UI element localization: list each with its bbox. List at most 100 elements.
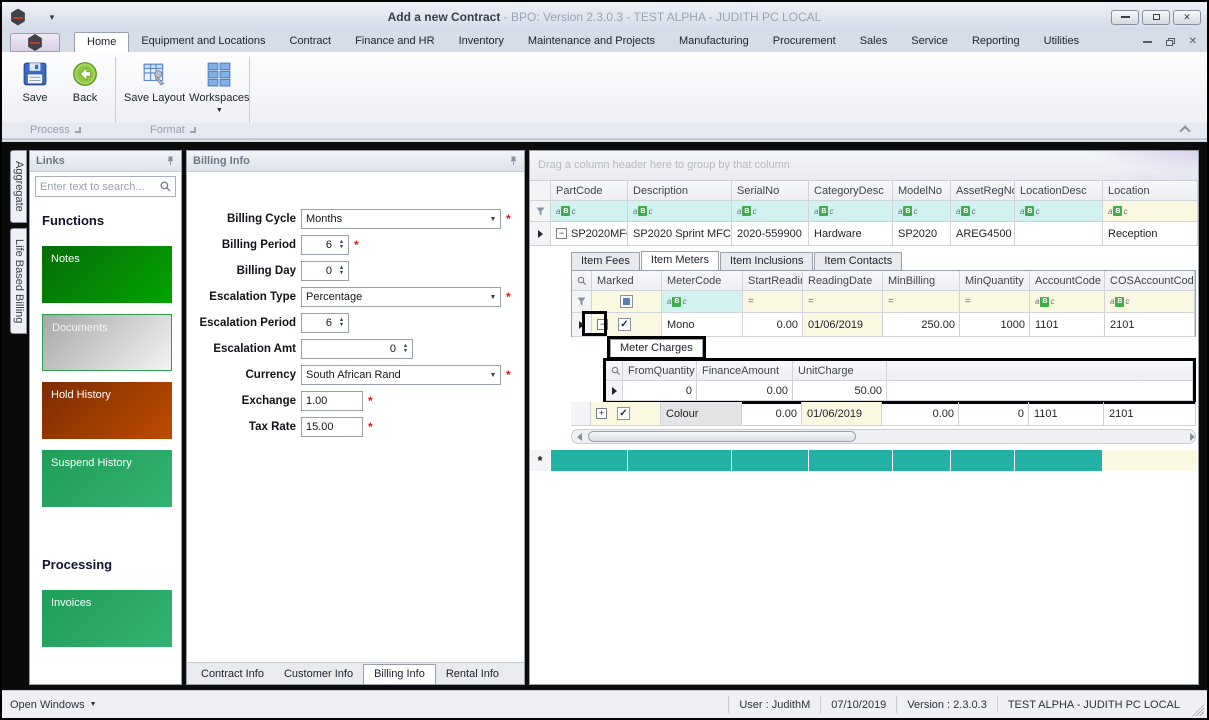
application-button[interactable] bbox=[10, 33, 60, 52]
escalation-period-spinner[interactable]: 6▲▼ bbox=[301, 313, 349, 333]
cell-assetregno[interactable]: AREG4500 bbox=[951, 222, 1015, 246]
collapse-row-icon[interactable]: − bbox=[556, 228, 567, 239]
cell-minquantity[interactable]: 0 bbox=[959, 402, 1029, 426]
cell-categorydesc[interactable]: Hardware bbox=[809, 222, 893, 246]
scroll-right-icon[interactable] bbox=[1181, 433, 1195, 441]
quick-access-dropdown-icon[interactable]: ▼ bbox=[48, 13, 56, 22]
cell-minbilling[interactable]: 250.00 bbox=[883, 313, 960, 337]
side-tab-life-based-billing[interactable]: Life Based Billing bbox=[10, 228, 27, 334]
filter-cell[interactable]: aBc bbox=[1105, 291, 1195, 313]
column-header-description[interactable]: Description bbox=[628, 181, 732, 201]
cell-accountcode[interactable]: 1101 bbox=[1029, 402, 1104, 426]
column-header-modelno[interactable]: ModelNo bbox=[893, 181, 951, 201]
notes-button[interactable]: Notes bbox=[42, 246, 172, 303]
pin-icon[interactable] bbox=[166, 156, 175, 166]
column-header-unitcharge[interactable]: UnitCharge bbox=[793, 361, 887, 381]
cell-marked[interactable]: + bbox=[591, 402, 661, 426]
cell-location[interactable]: Reception bbox=[1103, 222, 1198, 246]
tab-reporting[interactable]: Reporting bbox=[960, 32, 1032, 52]
tab-billing-info[interactable]: Billing Info bbox=[363, 664, 436, 684]
open-windows-button[interactable]: Open Windows▼ bbox=[10, 699, 97, 711]
filter-cell[interactable]: aBc bbox=[732, 201, 809, 222]
dropdown-arrow-icon[interactable]: ▼ bbox=[486, 372, 500, 379]
tab-item-meters[interactable]: Item Meters bbox=[641, 251, 719, 270]
new-row-cell[interactable] bbox=[551, 450, 628, 471]
column-header-location[interactable]: Location bbox=[1103, 181, 1198, 201]
tab-service[interactable]: Service bbox=[899, 32, 960, 52]
filter-cell[interactable]: = bbox=[803, 291, 883, 313]
filter-cell[interactable]: = bbox=[960, 291, 1030, 313]
mdi-close-button[interactable]: ✕ bbox=[1189, 37, 1197, 47]
cell-fromquantity[interactable]: 0 bbox=[623, 381, 697, 401]
cell-accountcode[interactable]: 1101 bbox=[1030, 313, 1105, 337]
new-row-cell[interactable] bbox=[951, 450, 1015, 471]
tab-maintenance-and-projects[interactable]: Maintenance and Projects bbox=[516, 32, 667, 52]
expand-detail-icon[interactable]: + bbox=[596, 408, 607, 419]
process-dialog-launcher-icon[interactable] bbox=[75, 127, 81, 133]
billing-cycle-dropdown[interactable]: Months▼ bbox=[301, 209, 501, 229]
cell-cosaccountcode[interactable]: 2101 bbox=[1104, 402, 1196, 426]
marked-filter-checkbox[interactable] bbox=[620, 295, 633, 308]
billing-day-spinner[interactable]: 0▲▼ bbox=[301, 261, 349, 281]
tab-equipment-and-locations[interactable]: Equipment and Locations bbox=[129, 32, 277, 52]
spin-buttons-icon[interactable]: ▲▼ bbox=[335, 266, 348, 277]
minimize-button[interactable] bbox=[1111, 10, 1139, 25]
resize-grip[interactable] bbox=[1192, 704, 1204, 716]
cell-financeamount[interactable]: 0.00 bbox=[697, 381, 793, 401]
cell-serialno[interactable]: 2020-559900 bbox=[732, 222, 809, 246]
new-row-cell[interactable] bbox=[628, 450, 732, 471]
column-header-assetregno[interactable]: AssetRegNo bbox=[951, 181, 1015, 201]
column-header-categorydesc[interactable]: CategoryDesc bbox=[809, 181, 893, 201]
close-button[interactable]: ✕ bbox=[1173, 10, 1201, 25]
column-header-partcode[interactable]: PartCode bbox=[551, 181, 628, 201]
cell-metercode[interactable]: Colour bbox=[661, 402, 742, 426]
currency-dropdown[interactable]: South African Rand▼ bbox=[301, 365, 501, 385]
cell-locationdesc[interactable] bbox=[1015, 222, 1103, 246]
charges-data-row[interactable]: 0 0.00 50.00 bbox=[606, 381, 1193, 401]
column-header-fromquantity[interactable]: FromQuantity bbox=[623, 361, 697, 381]
filter-cell[interactable]: aBc bbox=[809, 201, 893, 222]
tab-home[interactable]: Home bbox=[74, 32, 129, 52]
cell-minbilling[interactable]: 0.00 bbox=[882, 402, 959, 426]
spin-buttons-icon[interactable]: ▲▼ bbox=[335, 240, 348, 251]
column-header-financeamount[interactable]: FinanceAmount bbox=[697, 361, 793, 381]
filter-cell[interactable]: aBc bbox=[951, 201, 1015, 222]
mdi-minimize-button[interactable] bbox=[1143, 41, 1152, 43]
tax-rate-field[interactable]: 15.00 bbox=[301, 417, 363, 437]
scroll-left-icon[interactable] bbox=[572, 433, 586, 441]
filter-cell[interactable]: aBc bbox=[1030, 291, 1105, 313]
cell-startreading[interactable]: 0.00 bbox=[742, 402, 802, 426]
new-row-cell[interactable] bbox=[732, 450, 809, 471]
tab-rental-info[interactable]: Rental Info bbox=[436, 665, 509, 684]
save-button[interactable]: Save bbox=[12, 57, 58, 121]
new-row-cell[interactable] bbox=[809, 450, 893, 471]
cell-unitcharge[interactable]: 50.00 bbox=[793, 381, 887, 401]
filter-cell[interactable]: aBc bbox=[1015, 201, 1103, 222]
pin-icon[interactable] bbox=[509, 156, 518, 166]
save-layout-button[interactable]: Save Layout bbox=[124, 57, 185, 121]
tab-customer-info[interactable]: Customer Info bbox=[274, 665, 363, 684]
tab-inventory[interactable]: Inventory bbox=[447, 32, 516, 52]
format-dialog-launcher-icon[interactable] bbox=[190, 127, 196, 133]
marked-checkbox[interactable] bbox=[617, 407, 630, 420]
tab-item-inclusions[interactable]: Item Inclusions bbox=[720, 252, 813, 270]
back-button[interactable]: Back bbox=[62, 57, 108, 121]
cell-metercode[interactable]: Mono bbox=[662, 313, 743, 337]
tab-item-contacts[interactable]: Item Contacts bbox=[814, 252, 902, 270]
column-header-cosaccountcode[interactable]: COSAccountCode bbox=[1105, 271, 1195, 291]
cell-description[interactable]: SP2020 Sprint MFC bbox=[628, 222, 732, 246]
cell-partcode[interactable]: −SP2020MFC bbox=[551, 222, 628, 246]
hold-history-button[interactable]: Hold History bbox=[42, 382, 172, 439]
dropdown-arrow-icon[interactable]: ▼ bbox=[486, 216, 500, 223]
tab-utilities[interactable]: Utilities bbox=[1032, 32, 1091, 52]
cell-modelno[interactable]: SP2020 bbox=[893, 222, 951, 246]
meter-row-mono[interactable]: − Mono 0.00 01/06/2019 250.00 1000 1101 … bbox=[572, 313, 1195, 337]
documents-button[interactable]: Documents bbox=[42, 314, 172, 371]
maximize-button[interactable] bbox=[1142, 10, 1170, 25]
marked-checkbox[interactable] bbox=[618, 318, 631, 331]
workspaces-button[interactable]: Workspaces ▼ bbox=[189, 57, 249, 121]
search-icon[interactable] bbox=[611, 366, 621, 376]
filter-cell[interactable] bbox=[592, 291, 662, 313]
meter-charges-tab[interactable]: Meter Charges bbox=[607, 336, 706, 360]
tab-finance-and-hr[interactable]: Finance and HR bbox=[343, 32, 447, 52]
